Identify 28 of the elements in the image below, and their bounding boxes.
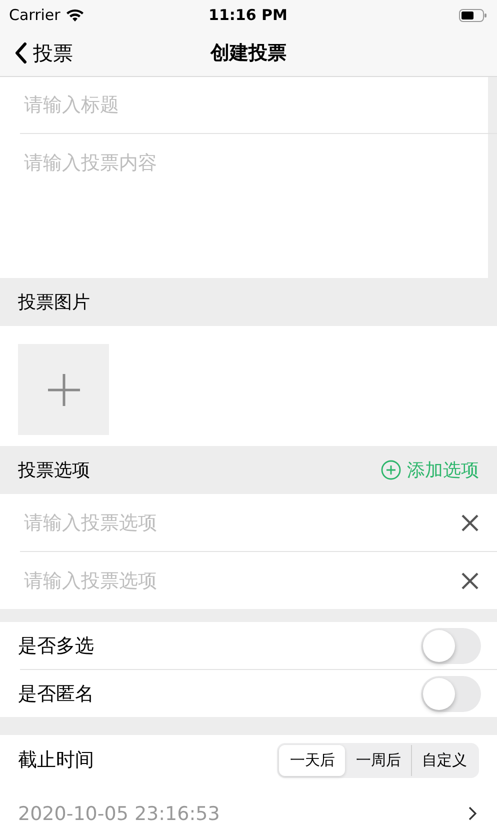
page-title: 创建投票 bbox=[210, 41, 286, 66]
delete-option-button[interactable] bbox=[461, 514, 479, 532]
content-field[interactable]: 请输入投票内容 bbox=[0, 134, 488, 278]
battery-icon bbox=[458, 8, 487, 22]
segment-tab[interactable]: 一天后 bbox=[279, 744, 345, 776]
title-field[interactable]: 请输入标题 bbox=[0, 77, 488, 133]
carrier-label: Carrier bbox=[9, 6, 60, 24]
toggle-label: 是否匿名 bbox=[18, 682, 94, 706]
delete-option-button[interactable] bbox=[461, 572, 479, 590]
segment-tab[interactable]: 一周后 bbox=[345, 744, 411, 776]
close-icon bbox=[461, 514, 479, 532]
chevron-left-icon bbox=[14, 42, 27, 64]
close-icon bbox=[461, 572, 479, 590]
section-header: 投票图片 bbox=[18, 291, 90, 314]
toggle-switch[interactable] bbox=[421, 676, 481, 712]
plus-icon bbox=[46, 372, 80, 406]
back-button[interactable]: 投票 bbox=[0, 40, 73, 66]
deadline-value: 2020-10-05 23:16:53 bbox=[18, 802, 220, 824]
toggle-switch[interactable] bbox=[421, 628, 481, 664]
deadline-label: 截止时间 bbox=[18, 748, 94, 773]
status-time: 11:16 PM bbox=[208, 6, 288, 24]
wifi-icon bbox=[66, 8, 84, 22]
section-header: 投票选项 bbox=[18, 459, 90, 482]
add-image-button[interactable] bbox=[18, 344, 109, 435]
plus-circle-icon bbox=[381, 460, 401, 480]
segment-tab[interactable]: 自定义 bbox=[411, 744, 477, 776]
chevron-right-icon bbox=[468, 806, 477, 821]
toggle-label: 是否多选 bbox=[18, 634, 94, 658]
